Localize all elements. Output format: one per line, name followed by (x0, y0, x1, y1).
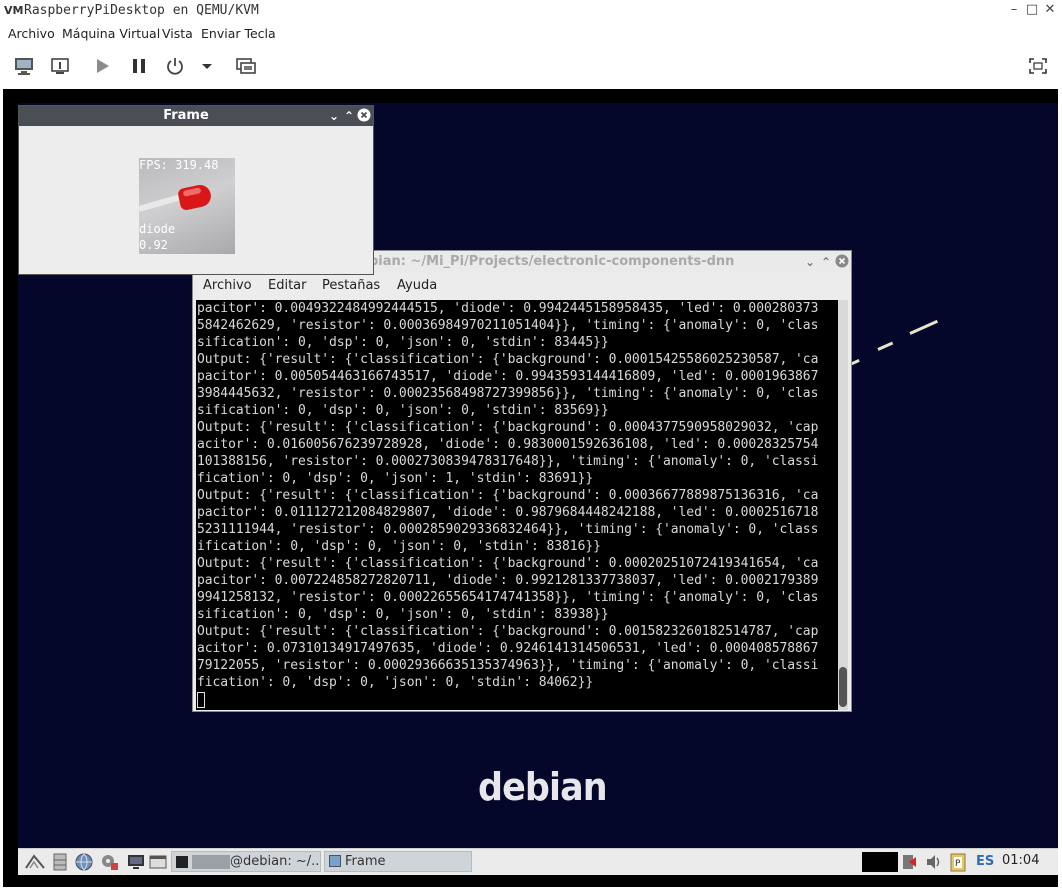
file-cabinet-icon[interactable] (50, 852, 70, 872)
frame-minimize-icon[interactable]: ⌄ (327, 108, 341, 124)
fps-overlay: FPS: 319.48 (139, 158, 219, 172)
host-menubar: Archivo Máquina Virtual Vista Enviar Tec… (0, 22, 1062, 46)
frame-titlebar[interactable]: Frame ⌄ ⌃ (19, 106, 373, 126)
minimize-button[interactable]: – (1006, 2, 1022, 18)
terminal-scrollbar[interactable] (838, 300, 848, 710)
frame-maximize-icon[interactable]: ⌃ (342, 108, 356, 124)
terminal-minimize-icon[interactable]: ⌄ (803, 254, 817, 270)
frame-title: Frame (163, 108, 209, 123)
volume-icon[interactable] (924, 852, 944, 872)
terminal-menubar: Archivo Editar Pestañas Ayuda (193, 275, 851, 297)
play-icon[interactable] (90, 56, 114, 78)
web-browser-icon[interactable] (74, 852, 94, 872)
monitor-icon[interactable] (12, 56, 36, 78)
svg-text:P: P (955, 859, 961, 869)
fullscreen-icon[interactable] (1026, 56, 1050, 78)
desktop-switch-icon[interactable] (126, 852, 146, 872)
guest-taskbar: @debian: ~/... Frame P ES 01:04 (18, 848, 1058, 875)
camera-preview: FPS: 319.48 diode 0.92 (139, 158, 235, 254)
host-toolbar (0, 46, 1062, 88)
terminal-window[interactable]: bian: ~/Mi_Pi/Projects/electronic-compon… (192, 250, 852, 712)
redacted-username (192, 855, 230, 869)
menu-vista[interactable]: Vista (162, 26, 193, 41)
snapshot-icon[interactable] (234, 56, 258, 78)
frame-close-icon[interactable] (357, 108, 371, 124)
cpu-monitor-widget (862, 852, 898, 872)
terminal-menu-ayuda[interactable]: Ayuda (397, 278, 437, 293)
debian-wallpaper-logo: debian (478, 765, 608, 809)
window-list-icon[interactable] (148, 852, 168, 872)
task-frame-label: Frame (345, 854, 386, 869)
terminal-icon (176, 856, 188, 868)
virt-manager-logo: VM (4, 4, 24, 17)
pause-icon[interactable] (127, 56, 151, 78)
menu-enviar-tecla[interactable]: Enviar Tecla (201, 26, 276, 41)
maximize-button[interactable]: □ (1024, 2, 1040, 18)
software-manager-icon[interactable] (100, 852, 120, 872)
window-icon (329, 855, 341, 867)
clock[interactable]: 01:04 (1002, 853, 1039, 868)
clipboard-icon[interactable]: P (948, 852, 968, 872)
keyboard-layout-indicator[interactable]: ES (976, 854, 994, 869)
taskbar-task-frame[interactable]: Frame (324, 851, 472, 872)
terminal-close-icon[interactable] (835, 254, 849, 270)
dropdown-icon[interactable] (195, 56, 219, 78)
terminal-title: bian: ~/Mi_Pi/Projects/electronic-compon… (369, 254, 735, 269)
terminal-scrollbar-thumb[interactable] (839, 667, 847, 707)
host-titlebar: VM RaspberryPiDesktop en QEMU/KVM – □ ✕ (0, 0, 1062, 22)
menu-maquina-virtual[interactable]: Máquina Virtual (62, 26, 160, 41)
detection-label: diode (139, 222, 176, 236)
close-button[interactable]: ✕ (1042, 2, 1058, 18)
menu-archivo[interactable]: Archivo (8, 26, 55, 41)
terminal-output: pacitor': 0.0049322484992444515, 'diode'… (197, 301, 819, 690)
terminal-cursor (197, 692, 205, 708)
start-menu-icon[interactable] (24, 852, 45, 872)
host-window-title: RaspberryPiDesktop en QEMU/KVM (24, 3, 259, 18)
terminal-maximize-icon[interactable]: ⌃ (819, 254, 833, 270)
details-icon[interactable] (48, 56, 72, 78)
taskbar-task-terminal[interactable]: @debian: ~/... (171, 851, 321, 872)
terminal-output-area[interactable]: pacitor': 0.0049322484992444515, 'diode'… (196, 300, 838, 710)
power-icon[interactable] (163, 56, 187, 78)
frame-window[interactable]: Frame ⌄ ⌃ FPS: 319.48 diode 0.92 (18, 105, 374, 275)
detection-score: 0.92 (139, 238, 168, 252)
terminal-menu-pestanas[interactable]: Pestañas (322, 278, 380, 293)
network-logout-icon[interactable] (900, 852, 920, 872)
task-terminal-label: @debian: ~/... (230, 854, 321, 869)
terminal-menu-editar[interactable]: Editar (268, 278, 307, 293)
terminal-menu-archivo[interactable]: Archivo (203, 278, 252, 293)
